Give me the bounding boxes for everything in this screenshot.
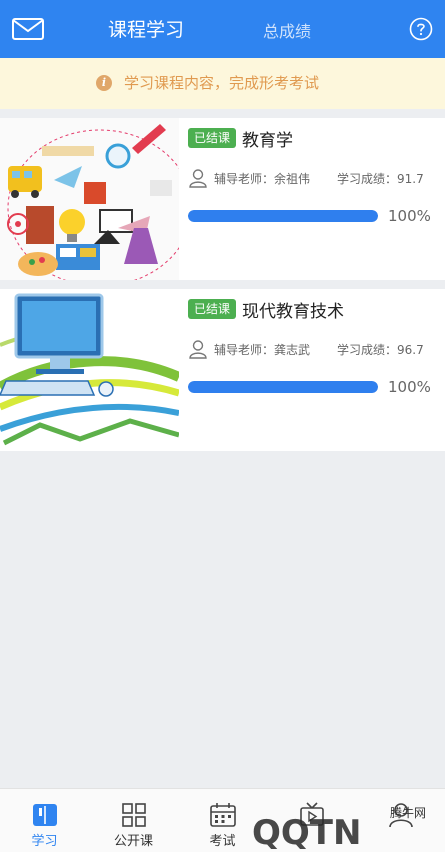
progress-fill	[188, 210, 378, 222]
notice-banner: i 学习课程内容，完成形考考试	[0, 58, 445, 109]
teacher-name: 辅导老师：龚志武	[214, 343, 311, 357]
progress-fill	[188, 381, 378, 393]
tab-total-score[interactable]: 总成绩	[263, 18, 311, 42]
progress-bar	[188, 210, 378, 222]
teacher-name: 辅导老师：余祖伟	[214, 172, 311, 186]
course-title[interactable]: 现代教育技术	[242, 297, 344, 322]
site-watermark: 腾牛网 QQTN	[252, 805, 426, 850]
info-icon: i	[96, 75, 112, 91]
course-title[interactable]: 教育学	[242, 126, 293, 151]
course-card[interactable]: 已结课 教育学 辅导老师：余祖伟 学习成绩：91.7 100%	[0, 118, 445, 280]
person-icon	[189, 340, 207, 359]
course-thumbnail-edtech	[0, 289, 179, 451]
study-score: 学习成绩：91.7	[337, 172, 424, 186]
course-thumbnail-education	[0, 118, 179, 280]
help-icon[interactable]	[409, 17, 433, 41]
progress-bar	[188, 381, 378, 393]
tab-study[interactable]: 学习	[0, 789, 89, 852]
tab-open-course[interactable]: 公开课	[89, 789, 178, 852]
calendar-icon	[210, 803, 236, 827]
status-badge: 已结课	[188, 299, 236, 319]
book-icon	[33, 804, 57, 826]
notice-text: 学习课程内容，完成形考考试	[124, 74, 320, 92]
tab-course-study[interactable]: 课程学习	[108, 15, 184, 42]
progress-percent: 100%	[388, 207, 431, 225]
watermark-text: QQTN	[252, 813, 361, 850]
grid-icon	[122, 803, 146, 827]
tab-label: 学习	[31, 834, 58, 849]
study-score: 学习成绩：96.7	[337, 343, 424, 357]
mail-icon[interactable]	[12, 18, 44, 40]
progress-percent: 100%	[388, 378, 431, 396]
course-card[interactable]: 已结课 现代教育技术 辅导老师：龚志武 学习成绩：96.7 100%	[0, 289, 445, 451]
top-bar: 课程学习 总成绩	[0, 0, 445, 58]
person-icon	[189, 169, 207, 188]
watermark-sub: 腾牛网	[390, 805, 426, 820]
status-badge: 已结课	[188, 128, 236, 148]
tab-label: 公开课	[113, 834, 153, 849]
